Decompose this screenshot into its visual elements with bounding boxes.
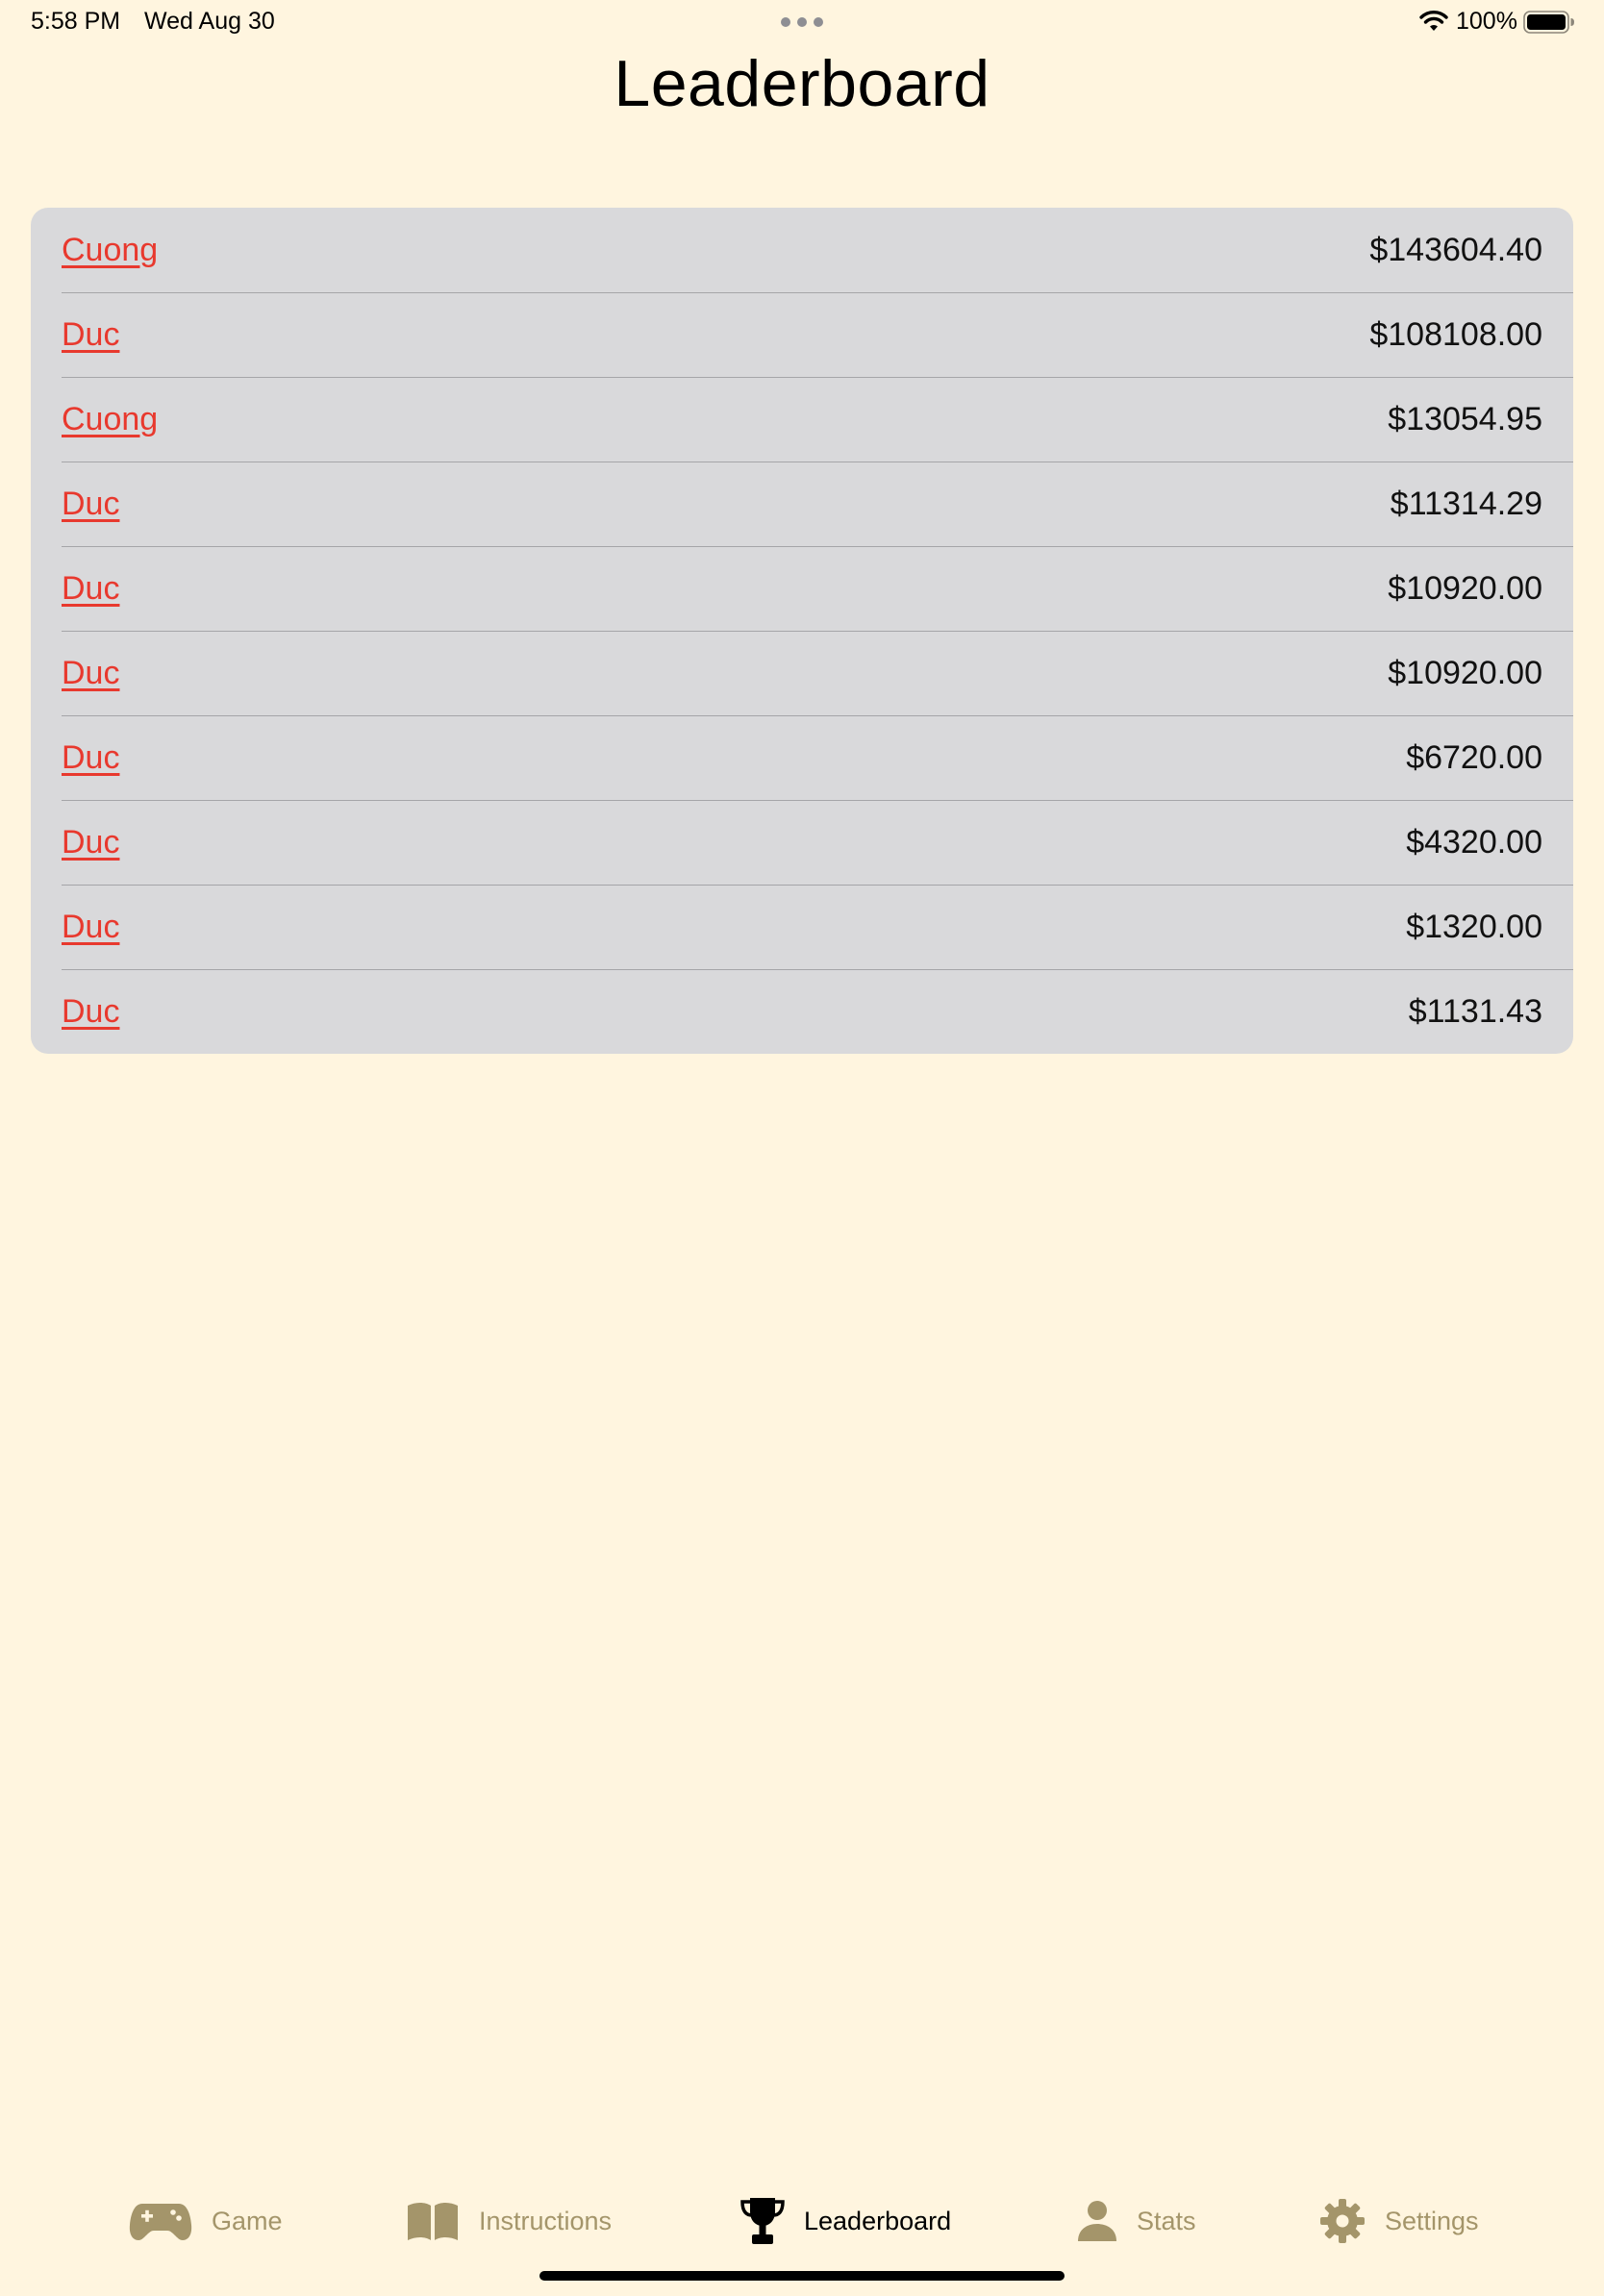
player-name-link[interactable]: Duc (62, 570, 119, 608)
multitasking-dots-icon[interactable] (781, 17, 823, 27)
player-name-link[interactable]: Duc (62, 486, 119, 523)
list-item: Duc $1320.00 (31, 885, 1573, 969)
tab-leaderboard[interactable]: Leaderboard (740, 2183, 951, 2259)
player-name-link[interactable]: Duc (62, 993, 119, 1031)
wifi-icon (1419, 11, 1448, 31)
player-name-link[interactable]: Duc (62, 824, 119, 861)
gear-icon (1320, 2199, 1365, 2243)
list-item: Duc $1131.43 (31, 969, 1573, 1054)
status-date: Wed Aug 30 (144, 8, 275, 35)
list-item: Duc $108108.00 (31, 292, 1573, 377)
trophy-icon (740, 2198, 785, 2244)
player-score: $11314.29 (1390, 485, 1542, 522)
battery-full-icon (1523, 11, 1574, 34)
tab-label: Leaderboard (804, 2206, 952, 2235)
home-indicator[interactable] (539, 2271, 1065, 2281)
status-time: 5:58 PM (31, 8, 121, 35)
player-name-link[interactable]: Cuong (62, 401, 158, 438)
list-item: Duc $4320.00 (31, 800, 1573, 885)
player-score: $10920.00 (1388, 569, 1542, 607)
tab-stats[interactable]: Stats (1077, 2183, 1196, 2259)
tab-bar: Game Instructions Leaderboard Stats Sett… (0, 2183, 1604, 2259)
player-score: $108108.00 (1369, 315, 1542, 353)
page-title: Leaderboard (614, 47, 990, 120)
book-icon (408, 2203, 458, 2240)
player-name-link[interactable]: Duc (62, 909, 119, 946)
leaderboard-list: Cuong $143604.40 Duc $108108.00 Cuong $1… (31, 208, 1573, 1054)
player-score: $4320.00 (1406, 823, 1542, 861)
player-score: $143604.40 (1369, 231, 1542, 268)
player-name-link[interactable]: Cuong (62, 232, 158, 269)
battery-percent: 100% (1456, 8, 1517, 35)
player-name-link[interactable]: Duc (62, 316, 119, 354)
list-item: Duc $10920.00 (31, 631, 1573, 715)
tab-label: Settings (1385, 2206, 1479, 2235)
tab-settings[interactable]: Settings (1319, 2183, 1479, 2259)
list-item: Duc $6720.00 (31, 715, 1573, 800)
player-score: $13054.95 (1388, 400, 1542, 437)
player-name-link[interactable]: Duc (62, 655, 119, 692)
tab-label: Instructions (479, 2206, 613, 2235)
list-item: Cuong $143604.40 (31, 208, 1573, 292)
player-score: $1131.43 (1408, 992, 1542, 1030)
player-name-link[interactable]: Duc (62, 739, 119, 777)
tab-label: Stats (1137, 2206, 1196, 2235)
tab-game[interactable]: Game (129, 2183, 283, 2259)
gamecontroller-icon (129, 2204, 192, 2240)
list-item: Duc $11314.29 (31, 462, 1573, 546)
player-score: $6720.00 (1406, 738, 1542, 776)
player-score: $1320.00 (1406, 908, 1542, 945)
list-item: Cuong $13054.95 (31, 377, 1573, 462)
tab-label: Game (212, 2206, 283, 2235)
status-bar: 5:58 PM Wed Aug 30 100% (0, 0, 1604, 46)
person-icon (1078, 2201, 1116, 2241)
tab-instructions[interactable]: Instructions (406, 2183, 612, 2259)
player-score: $10920.00 (1388, 654, 1542, 691)
list-item: Duc $10920.00 (31, 546, 1573, 631)
